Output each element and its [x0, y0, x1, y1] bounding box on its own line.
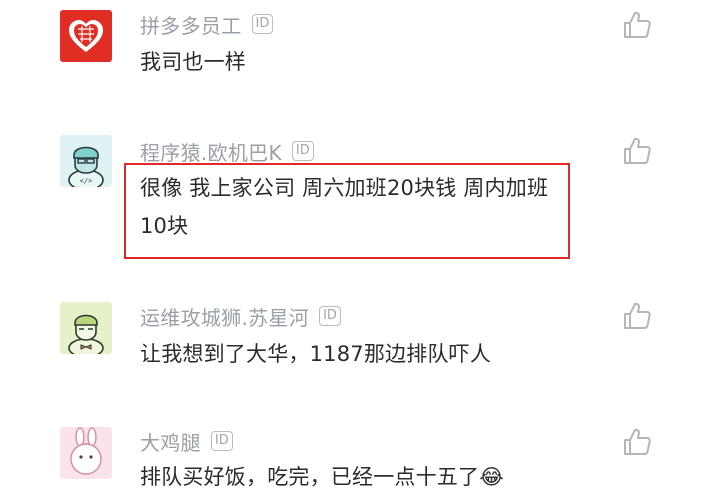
username[interactable]: 程序猿.欧机巴K: [140, 137, 282, 166]
ops-engineer-avatar-icon: [60, 302, 112, 354]
programmer-avatar-icon: </>: [60, 135, 112, 187]
id-badge: ID: [319, 306, 341, 326]
thumbs-up-icon: [624, 302, 651, 329]
rabbit-avatar-icon: [60, 427, 112, 479]
comment-text: 我司也一样: [140, 50, 246, 74]
avatar[interactable]: [60, 302, 112, 354]
pinduoduo-logo-icon: [60, 10, 112, 62]
highlight-box: [124, 163, 570, 259]
avatar[interactable]: [60, 427, 112, 479]
thumbs-up-icon: [624, 11, 651, 38]
avatar[interactable]: [60, 10, 112, 62]
comment-text: 让我想到了大华，1187那边排队吓人: [140, 342, 492, 366]
id-badge: ID: [291, 141, 314, 161]
like-button[interactable]: [622, 10, 652, 40]
id-badge: ID: [210, 431, 233, 451]
username[interactable]: 运维攻城狮.苏星河: [140, 302, 309, 331]
svg-text:</>: </>: [80, 177, 93, 185]
like-button[interactable]: [622, 136, 652, 166]
avatar[interactable]: </>: [60, 135, 112, 187]
like-button[interactable]: [622, 427, 652, 457]
thumbs-up-icon: [624, 137, 651, 164]
comment-text: 排队买好饭，吃完，已经一点十五了😂: [140, 465, 504, 489]
id-badge: ID: [251, 14, 274, 34]
username[interactable]: 拼多多员工: [140, 10, 242, 39]
like-button[interactable]: [622, 301, 652, 331]
username[interactable]: 大鸡腿: [140, 427, 201, 456]
thumbs-up-icon: [624, 428, 651, 455]
